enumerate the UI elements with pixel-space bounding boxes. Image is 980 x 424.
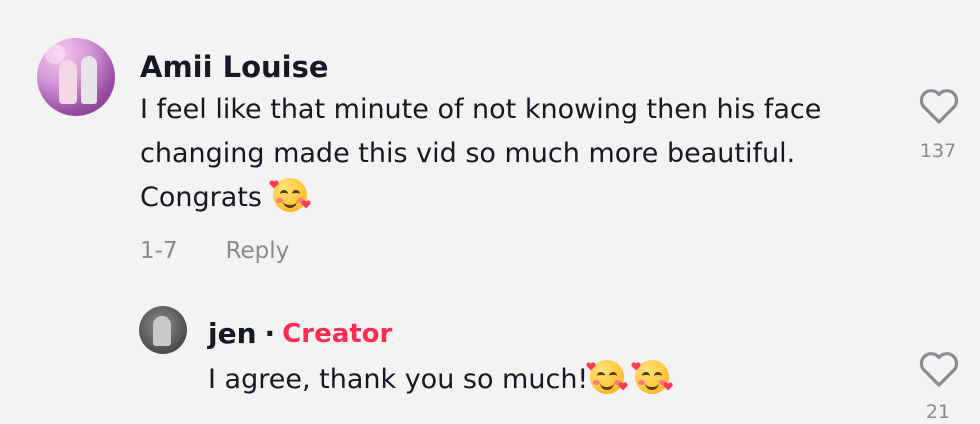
comment-text-line-end: Congrats xyxy=(140,182,262,213)
comment-author[interactable]: Amii Louise xyxy=(140,47,329,87)
avatar[interactable] xyxy=(139,306,187,354)
avatar-figure xyxy=(59,60,77,104)
comment-text: I feel like that minute of not knowing t… xyxy=(140,88,880,220)
comment-date: 1-7 xyxy=(140,238,178,264)
reply-author-row: jen · Creator xyxy=(208,314,392,354)
reply-text-content: I agree, thank you so much! xyxy=(208,364,589,395)
reply-text: I agree, thank you so much! xyxy=(208,358,673,402)
smiling-face-with-hearts-icon xyxy=(586,360,628,394)
creator-badge: Creator xyxy=(282,319,393,349)
avatar[interactable] xyxy=(37,38,115,116)
avatar-figure xyxy=(153,316,171,346)
like-count: 21 xyxy=(925,401,951,423)
comment-text-line: changing made this vid so much more beau… xyxy=(140,138,796,169)
reply-button[interactable]: Reply xyxy=(226,236,290,266)
reply-item: jen · Creator I agree, thank you so much… xyxy=(0,300,980,423)
smiling-face-with-hearts-icon xyxy=(631,360,673,394)
smiling-face-with-hearts-icon xyxy=(268,178,311,212)
heart-outline-icon[interactable] xyxy=(918,350,960,388)
avatar-figure xyxy=(81,56,97,104)
comment-text-line: I feel like that minute of not knowing t… xyxy=(140,94,822,125)
like-count: 137 xyxy=(919,140,957,162)
comment-meta: 1-7 Reply xyxy=(140,236,289,266)
heart-outline-icon[interactable] xyxy=(918,87,960,125)
reply-author[interactable]: jen xyxy=(208,314,257,354)
separator-dot: · xyxy=(264,317,276,350)
comment-text-line: Congrats xyxy=(140,176,880,220)
